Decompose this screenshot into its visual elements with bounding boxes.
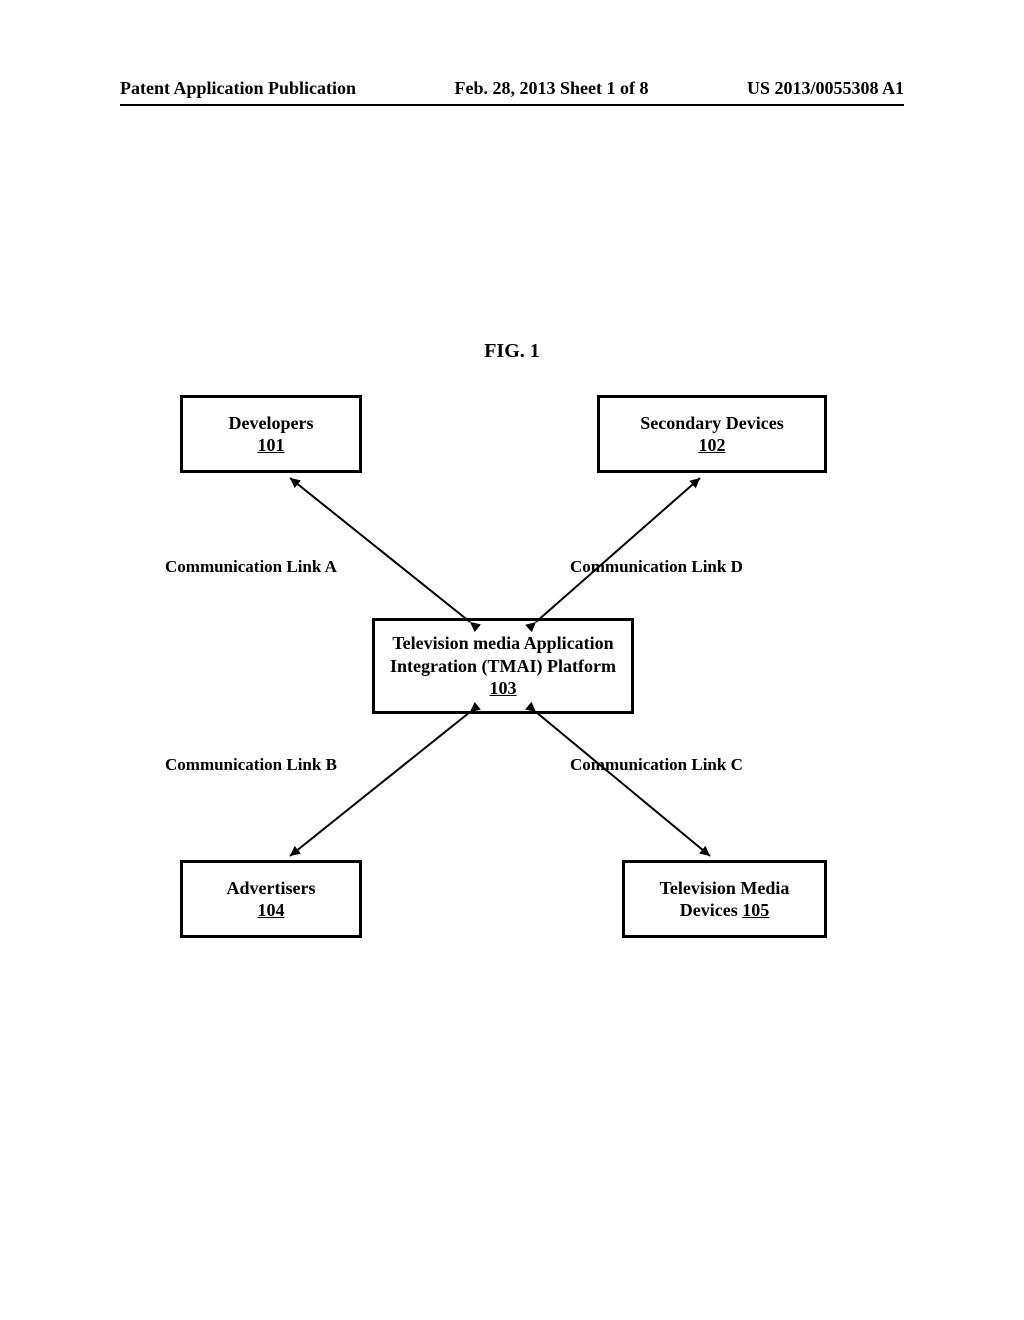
box-tv-media-devices: Television Media Devices 105 — [622, 860, 827, 938]
box-tv-media-line2-wrap: Devices 105 — [680, 899, 769, 922]
page: Patent Application Publication Feb. 28, … — [0, 0, 1024, 1320]
link-label-c: Communication Link C — [570, 755, 743, 775]
box-developers-ref: 101 — [258, 434, 285, 457]
box-developers: Developers 101 — [180, 395, 362, 473]
figure-title: FIG. 1 — [0, 340, 1024, 363]
box-advertisers-label: Advertisers — [227, 877, 316, 900]
link-label-d: Communication Link D — [570, 557, 743, 577]
box-advertisers: Advertisers 104 — [180, 860, 362, 938]
box-tv-media-line2: Devices — [680, 900, 742, 920]
box-tmai-platform: Television media Application Integration… — [372, 618, 634, 714]
box-secondary-label: Secondary Devices — [640, 412, 783, 435]
box-tv-media-line1: Television Media — [660, 877, 790, 900]
box-tv-media-ref: 105 — [742, 900, 769, 920]
page-header: Patent Application Publication Feb. 28, … — [120, 78, 904, 99]
header-right: US 2013/0055308 A1 — [747, 78, 904, 99]
box-developers-label: Developers — [229, 412, 314, 435]
box-secondary-devices: Secondary Devices 102 — [597, 395, 827, 473]
box-advertisers-ref: 104 — [258, 899, 285, 922]
link-label-a: Communication Link A — [165, 557, 337, 577]
box-secondary-ref: 102 — [699, 434, 726, 457]
header-left: Patent Application Publication — [120, 78, 356, 99]
header-center: Feb. 28, 2013 Sheet 1 of 8 — [455, 78, 649, 99]
box-platform-line1: Television media Application — [392, 632, 613, 655]
box-platform-line2: Integration (TMAI) Platform — [390, 655, 616, 678]
box-platform-ref: 103 — [490, 677, 517, 700]
header-rule — [120, 104, 904, 106]
link-label-b: Communication Link B — [165, 755, 337, 775]
